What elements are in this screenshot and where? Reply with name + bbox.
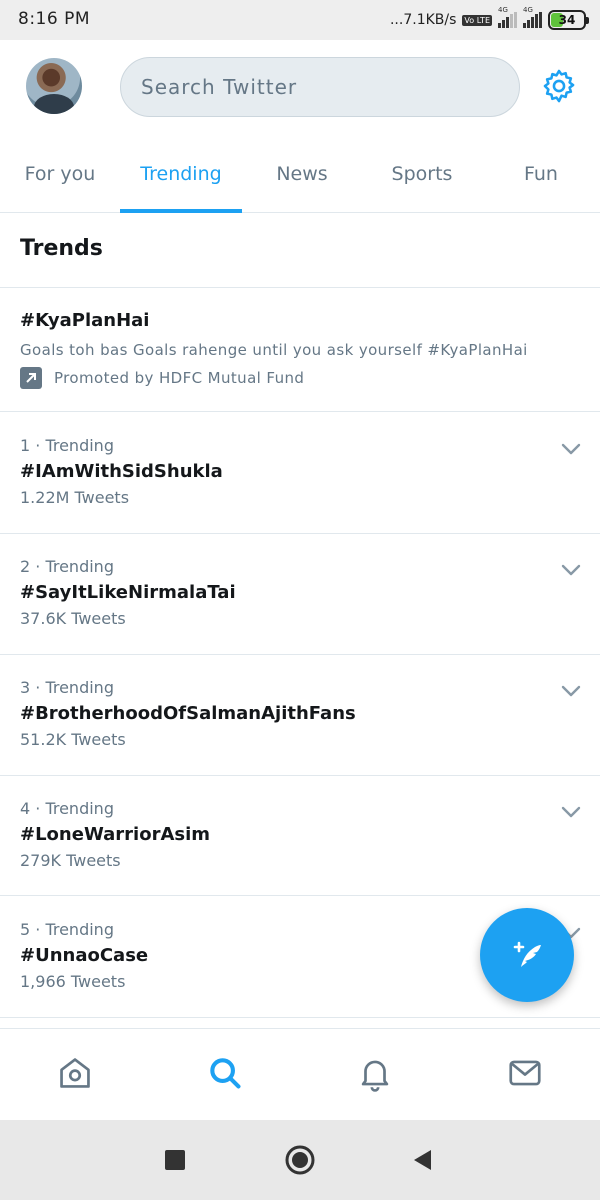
signal-2-icon: 4G <box>523 6 542 28</box>
status-time: 8:16 PM <box>18 9 90 29</box>
status-indicators: ...7.1KB/s Vo LTE 4G 4G 34 <box>389 6 589 32</box>
home-icon[interactable] <box>53 1051 97 1095</box>
profile-avatar[interactable] <box>26 58 82 114</box>
back-triangle-icon[interactable] <box>406 1144 438 1176</box>
chevron-down-icon[interactable] <box>560 805 582 819</box>
volte-icon: Vo LTE <box>462 14 492 26</box>
promoted-description: Goals toh bas Goals rahenge until you as… <box>20 341 528 359</box>
compose-tweet-icon <box>513 941 541 967</box>
chevron-down-icon[interactable] <box>560 684 582 698</box>
bottom-navigation <box>0 1028 600 1120</box>
compose-tweet-button[interactable] <box>480 908 574 1002</box>
divider <box>0 1017 600 1018</box>
trend-hashtag: #BrotherhoodOfSalmanAjithFans <box>20 703 356 724</box>
trend-rank: 4 · Trending <box>20 799 114 818</box>
search-icon[interactable] <box>203 1051 247 1095</box>
promoted-trend[interactable]: #KyaPlanHai Goals toh bas Goals rahenge … <box>20 310 590 389</box>
promoted-by: Promoted by HDFC Mutual Fund <box>54 369 305 387</box>
messages-envelope-icon[interactable] <box>503 1051 547 1095</box>
promoted-label-row: Promoted by HDFC Mutual Fund <box>20 367 590 389</box>
trend-hashtag: #UnnaoCase <box>20 945 149 966</box>
battery-percent: 34 <box>558 13 576 27</box>
chevron-down-icon[interactable] <box>560 563 582 577</box>
active-tab-indicator <box>120 209 242 213</box>
search-placeholder: Search Twitter <box>141 75 298 99</box>
trend-item[interactable]: 4 · Trending #LoneWarriorAsim 279K Tweet… <box>0 775 600 896</box>
search-input[interactable]: Search Twitter <box>120 57 520 117</box>
promoted-arrow-icon <box>20 367 42 389</box>
tab-label: Fun <box>524 163 558 185</box>
tab-sports[interactable]: Sports <box>362 135 482 213</box>
home-circle-icon[interactable] <box>284 1144 316 1176</box>
gear-icon[interactable] <box>540 67 578 105</box>
network-speed: ...7.1KB/s <box>389 12 457 28</box>
trend-tweet-count: 279K Tweets <box>20 851 121 870</box>
trend-item[interactable]: 1 · Trending #IAmWithSidShukla 1.22M Twe… <box>0 412 600 533</box>
trend-rank: 2 · Trending <box>20 557 114 576</box>
app-header: Search Twitter <box>0 40 600 135</box>
tab-label: Trending <box>140 163 222 185</box>
trend-tweet-count: 1,966 Tweets <box>20 972 126 991</box>
tab-label: Sports <box>391 163 453 185</box>
trend-tweet-count: 37.6K Tweets <box>20 609 126 628</box>
trend-hashtag: #SayItLikeNirmalaTai <box>20 582 236 603</box>
network-type-1: 4G <box>498 6 508 14</box>
notifications-bell-icon[interactable] <box>353 1051 397 1095</box>
divider <box>0 287 600 288</box>
trend-tweet-count: 1.22M Tweets <box>20 488 130 507</box>
trend-tweet-count: 51.2K Tweets <box>20 730 126 749</box>
chevron-down-icon[interactable] <box>560 442 582 456</box>
trend-item[interactable]: 3 · Trending #BrotherhoodOfSalmanAjithFa… <box>0 654 600 775</box>
promoted-hashtag: #KyaPlanHai <box>20 310 150 331</box>
tab-fun[interactable]: Fun <box>482 135 600 213</box>
explore-tabs: For you Trending News Sports Fun <box>0 135 600 213</box>
trend-rank: 1 · Trending <box>20 436 114 455</box>
tab-label: For you <box>24 163 96 185</box>
signal-1-icon: 4G <box>498 6 517 28</box>
tab-news[interactable]: News <box>242 135 362 213</box>
recents-square-icon[interactable] <box>159 1144 191 1176</box>
trend-hashtag: #LoneWarriorAsim <box>20 824 211 845</box>
trend-rank: 3 · Trending <box>20 678 114 697</box>
tab-for-you[interactable]: For you <box>0 135 120 213</box>
system-navigation-bar <box>0 1120 600 1200</box>
network-type-2: 4G <box>523 6 533 14</box>
tab-trending[interactable]: Trending <box>120 135 242 213</box>
trend-rank: 5 · Trending <box>20 920 114 939</box>
trend-item[interactable]: 2 · Trending #SayItLikeNirmalaTai 37.6K … <box>0 533 600 654</box>
battery-icon: 34 <box>548 10 589 30</box>
section-title: Trends <box>20 236 103 261</box>
tab-label: News <box>276 163 328 185</box>
trend-hashtag: #IAmWithSidShukla <box>20 461 223 482</box>
status-bar: 8:16 PM ...7.1KB/s Vo LTE 4G 4G 34 <box>0 0 600 40</box>
